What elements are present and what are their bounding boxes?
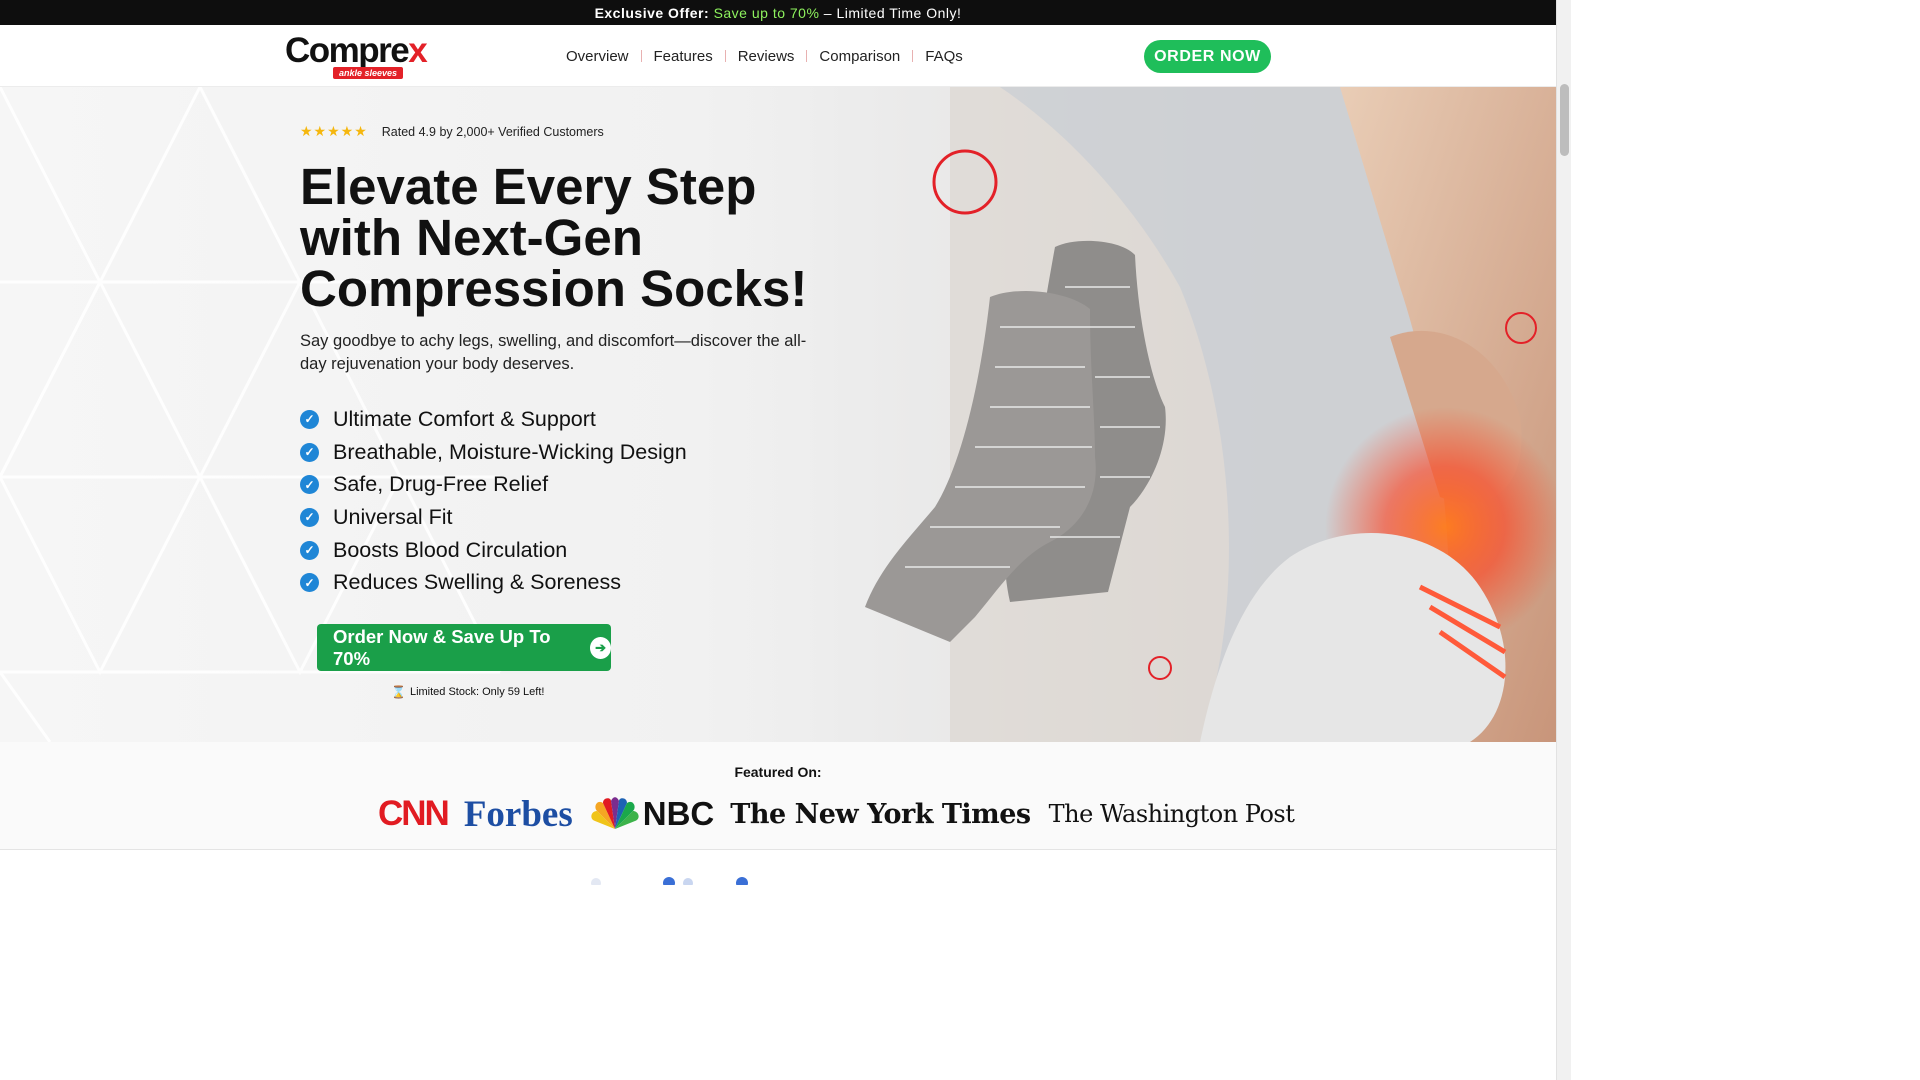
feature-text: Ultimate Comfort & Support bbox=[333, 406, 596, 431]
rating-row: ★★★★★ Rated 4.9 by 2,000+ Verified Custo… bbox=[300, 123, 604, 140]
feature-text: Boosts Blood Circulation bbox=[333, 537, 568, 562]
nav-item-features[interactable]: Features bbox=[642, 48, 725, 65]
hero-headline: Elevate Every Step with Next-Gen Compres… bbox=[300, 158, 808, 317]
brand-wordmark: Comprex bbox=[285, 31, 428, 71]
feature-list: ✓ Ultimate Comfort & Support ✓ Breathable,… bbox=[300, 403, 687, 599]
check-circle-icon: ✓ bbox=[300, 475, 319, 495]
star-icon: ★★★★★ bbox=[300, 123, 368, 139]
blank-margin bbox=[1571, 0, 1920, 1080]
feature-text: Safe, Drug-Free Relief bbox=[333, 472, 549, 497]
press-logos: CNN Forbes NBC The New York Times The Wa… bbox=[378, 793, 1295, 835]
hero-section: ★★★★★ Rated 4.9 by 2,000+ Verified Custo… bbox=[0, 87, 1556, 742]
hourglass-icon: ⌛ bbox=[391, 685, 406, 699]
nyt-logo: The New York Times bbox=[730, 798, 1031, 830]
list-item: ✓ Boosts Blood Circulation bbox=[300, 534, 687, 567]
check-circle-icon: ✓ bbox=[300, 573, 319, 593]
feature-text: Breathable, Moisture-Wicking Design bbox=[333, 439, 687, 464]
stock-notice: ⌛ Limited Stock: Only 59 Left! bbox=[391, 685, 544, 699]
check-circle-icon: ✓ bbox=[300, 507, 319, 527]
featured-on-section: Featured On: CNN Forbes NBC The New York… bbox=[0, 742, 1556, 850]
brand-x: x bbox=[408, 31, 427, 70]
nav-item-overview[interactable]: Overview bbox=[566, 48, 641, 65]
check-circle-icon: ✓ bbox=[300, 409, 319, 429]
stock-text: Limited Stock: Only 59 Left! bbox=[409, 686, 545, 698]
list-item: ✓ Reduces Swelling & Soreness bbox=[300, 566, 687, 599]
nbc-wordmark: NBC bbox=[642, 795, 715, 832]
feature-text: Universal Fit bbox=[333, 504, 453, 529]
list-item: ✓ Breathable, Moisture-Wicking Design bbox=[300, 436, 687, 469]
list-item: ✓ Universal Fit bbox=[300, 501, 687, 534]
arrow-right-icon: ➔ bbox=[590, 636, 611, 659]
list-item: ✓ Ultimate Comfort & Support bbox=[300, 403, 687, 436]
nbc-peacock-icon bbox=[591, 797, 639, 829]
brand-name: Compre bbox=[285, 31, 410, 70]
main-nav: Overview Features Reviews Comparison FAQ… bbox=[566, 25, 975, 87]
nbc-logo: NBC bbox=[589, 795, 715, 833]
order-save-cta-button[interactable]: Order Now & Save Up To 70% ➔ bbox=[317, 624, 611, 671]
featured-label: Featured On: bbox=[734, 764, 822, 780]
rating-text: Rated 4.9 by 2,000+ Verified Customers bbox=[381, 124, 604, 139]
washington-post-logo: The Washington Post bbox=[1048, 800, 1295, 828]
carousel-dots bbox=[591, 877, 748, 885]
announcement-suffix: – Limited Time Only! bbox=[819, 5, 962, 21]
check-circle-icon: ✓ bbox=[300, 540, 319, 560]
nav-item-comparison[interactable]: Comparison bbox=[807, 48, 912, 65]
announcement-bar: Exclusive Offer: Save up to 70% – Limite… bbox=[0, 0, 1556, 25]
nav-item-faqs[interactable]: FAQs bbox=[913, 48, 975, 65]
hero-subcopy: Say goodbye to achy legs, swelling, and … bbox=[300, 332, 807, 373]
announcement-prefix: Exclusive Offer: bbox=[594, 5, 710, 21]
page-scrollbar[interactable] bbox=[1556, 0, 1571, 1080]
announcement-highlight: Save up to 70% bbox=[713, 5, 820, 21]
list-item: ✓ Safe, Drug-Free Relief bbox=[300, 468, 687, 501]
order-now-button[interactable]: ORDER NOW bbox=[1144, 40, 1271, 73]
nav-item-reviews[interactable]: Reviews bbox=[726, 48, 807, 65]
cnn-logo: CNN bbox=[378, 794, 450, 833]
cta-label: Order Now & Save Up To 70% bbox=[333, 625, 551, 669]
forbes-logo: Forbes bbox=[463, 793, 573, 835]
brand-logo[interactable]: Comprex ankle sleeves bbox=[285, 31, 445, 81]
feature-text: Reduces Swelling & Soreness bbox=[333, 570, 622, 595]
scrollbar-thumb[interactable] bbox=[1560, 84, 1569, 156]
check-circle-icon: ✓ bbox=[300, 442, 319, 462]
brand-tagline: ankle sleeves bbox=[333, 67, 404, 79]
site-header: Comprex ankle sleeves Overview Features … bbox=[0, 25, 1556, 87]
